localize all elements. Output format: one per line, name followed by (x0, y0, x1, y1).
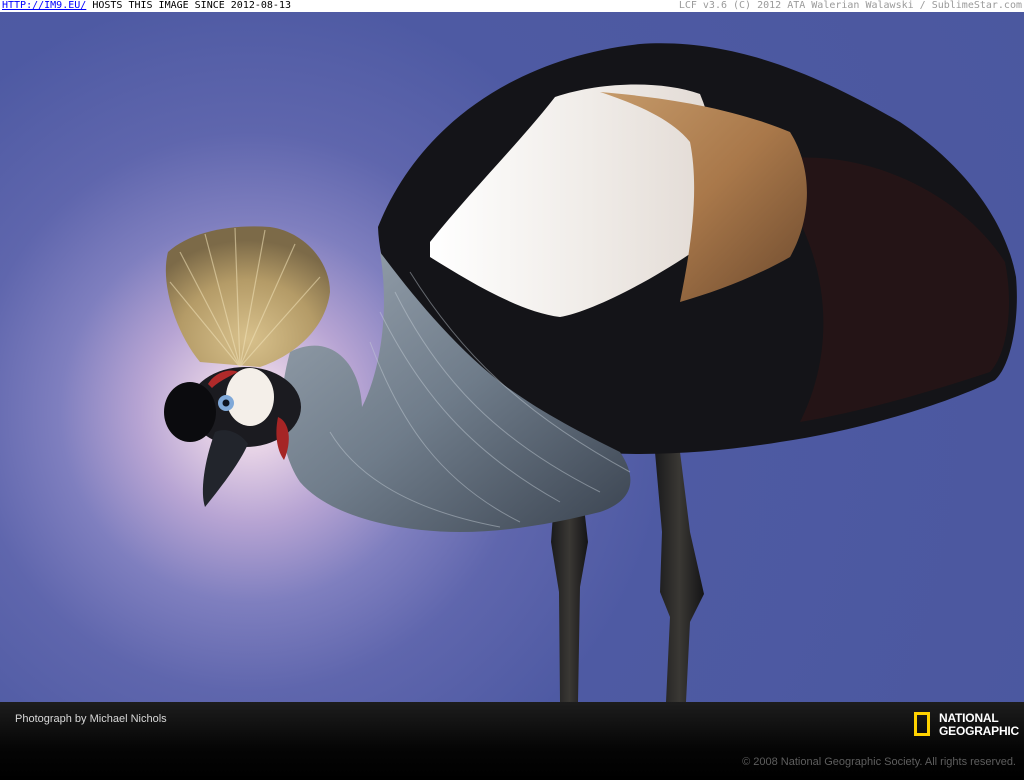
golden-crest (165, 226, 330, 368)
back-leg (655, 452, 704, 702)
beak (202, 430, 248, 507)
image-host-banner: HTTP://IM9.EU/ HOSTS THIS IMAGE SINCE 20… (0, 0, 1024, 12)
pupil (222, 399, 230, 407)
national-geographic-logo: NATIONAL GEOGRAPHIC (914, 712, 1019, 742)
crane-illustration (164, 43, 1017, 702)
photo-credit: Photograph by Michael Nichols (15, 713, 167, 725)
host-link[interactable]: HTTP://IM9.EU/ (2, 0, 86, 11)
crane-photo (0, 12, 1024, 702)
copyright-notice: © 2008 National Geographic Society. All … (742, 756, 1016, 768)
host-message: HOSTS THIS IMAGE SINCE 2012-08-13 (86, 0, 291, 11)
logo-word-national: NATIONAL (939, 711, 999, 725)
caption-bar: Photograph by Michael Nichols NATIONAL G… (0, 702, 1024, 780)
white-cheek-patch (226, 368, 274, 426)
banner-left: HTTP://IM9.EU/ HOSTS THIS IMAGE SINCE 20… (2, 0, 291, 12)
yellow-border-icon (914, 712, 930, 736)
forehead-tuft (164, 382, 216, 442)
logo-word-geographic: GEOGRAPHIC (939, 724, 1020, 738)
banner-credit: LCF v3.6 (C) 2012 ATA Walerian Walawski … (678, 0, 1022, 11)
